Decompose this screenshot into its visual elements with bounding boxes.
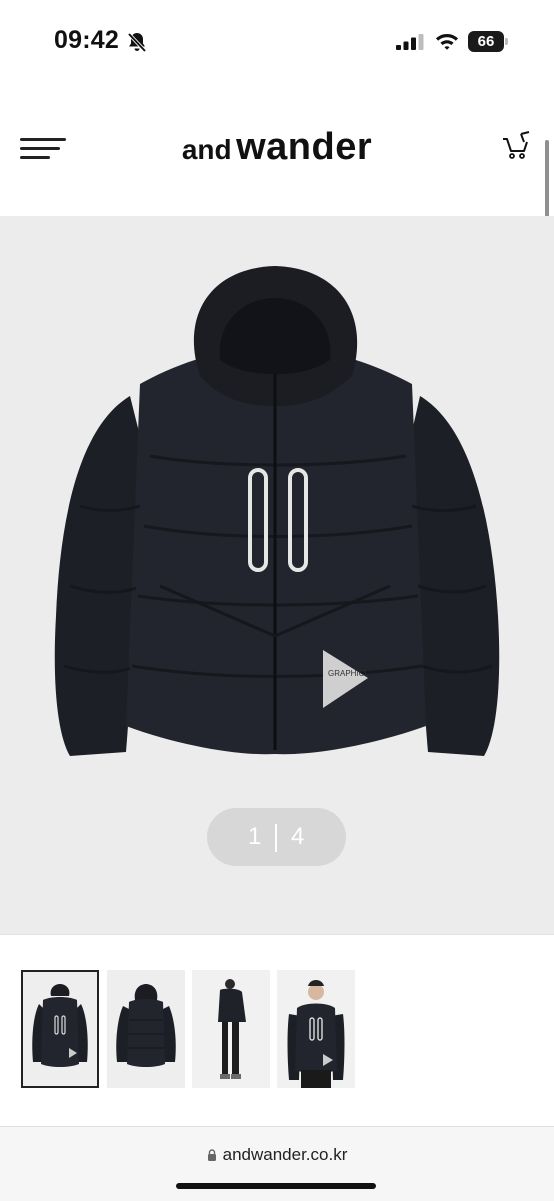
status-time: 09:42	[54, 26, 119, 54]
image-pager-total: 4	[291, 823, 305, 850]
product-image-carousel[interactable]: GRAPHIC! 1 4	[0, 216, 554, 934]
thumbnail-jacket-back[interactable]	[107, 970, 185, 1088]
thumbnail-image	[21, 970, 99, 1088]
signal-icon	[396, 34, 424, 50]
image-pager-divider	[275, 824, 277, 852]
thumbnail-model-front[interactable]	[277, 970, 355, 1088]
wifi-icon	[436, 34, 458, 50]
brand-logo[interactable]: and wander	[0, 126, 554, 169]
status-bar: 09:42 66	[0, 0, 554, 84]
lock-icon	[207, 1149, 216, 1161]
image-pager[interactable]: 1 4	[207, 808, 346, 866]
bell-slash-icon	[127, 32, 147, 53]
battery-level: 66	[468, 31, 504, 52]
product-image-jacket: GRAPHIC!	[54, 266, 500, 756]
site-header: and wander	[0, 100, 554, 200]
jacket-graphic-text: GRAPHIC!	[328, 669, 367, 678]
shopping-cart-icon[interactable]	[502, 130, 530, 160]
image-pager-current: 1	[248, 823, 262, 850]
thumbnail-strip	[21, 970, 541, 1090]
thumbnail-image	[192, 970, 270, 1088]
browser-url-text: andwander.co.kr	[222, 1145, 348, 1164]
thumbnail-jacket-front[interactable]	[21, 970, 99, 1088]
battery-icon: 66	[468, 31, 508, 52]
thumbnail-model-side[interactable]	[192, 970, 270, 1088]
browser-url-bar: andwander.co.kr	[0, 1126, 554, 1201]
brand-logo-wander: wander	[236, 126, 373, 168]
thumbnail-image	[107, 970, 185, 1088]
browser-address[interactable]: andwander.co.kr	[0, 1145, 554, 1165]
brand-logo-and: and	[181, 134, 232, 165]
thumbnail-image	[277, 970, 355, 1088]
home-indicator[interactable]	[176, 1183, 376, 1189]
section-divider	[0, 934, 554, 935]
